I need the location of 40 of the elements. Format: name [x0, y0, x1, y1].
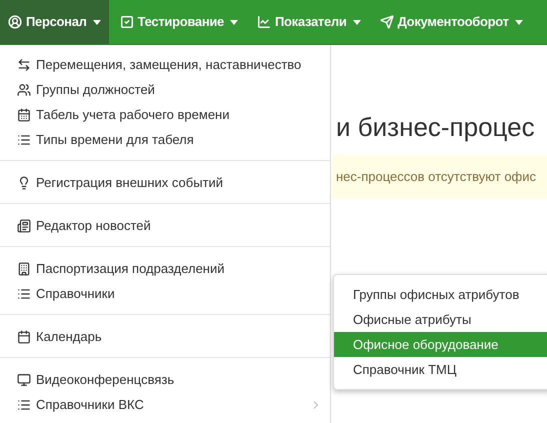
- menu-item[interactable]: Паспортизация подразделений: [0, 256, 330, 281]
- list-icon: [17, 286, 31, 300]
- building-icon: [17, 262, 31, 276]
- menu-item[interactable]: Регистрация внешних событий: [0, 170, 330, 195]
- menu-item[interactable]: Типы времени для табеля: [0, 127, 330, 152]
- monitor-icon: [17, 372, 31, 386]
- nav-menu-item[interactable]: Тестирование: [112, 0, 246, 44]
- lightbulb-icon: [17, 176, 31, 190]
- menu-item[interactable]: Календарь: [0, 324, 330, 349]
- calendar-icon: [17, 108, 31, 122]
- users-icon: [17, 82, 31, 96]
- checkbox-icon: [120, 15, 134, 29]
- page-heading: и бизнес-процес: [336, 111, 536, 143]
- menu-item[interactable]: Видеоконференцсвязь: [0, 367, 330, 392]
- list-icon: [17, 132, 31, 146]
- list-icon: [17, 398, 31, 412]
- submenu-item[interactable]: Группы офисных атрибутов: [334, 282, 547, 307]
- line-chart-icon: [257, 15, 271, 29]
- menu-item[interactable]: Справочники: [0, 281, 330, 306]
- menu-item[interactable]: Перемещения, замещения, наставничество: [0, 52, 330, 77]
- menu-item[interactable]: Справочники ВКС: [0, 392, 330, 417]
- submenu-item[interactable]: Офисные атрибуты: [334, 307, 547, 332]
- warning-alert: нес-процессов отсутствуют офис: [332, 155, 547, 198]
- nav-menu-item[interactable]: Документооборот: [372, 0, 531, 44]
- paper-plane-icon: [380, 15, 394, 29]
- caret-icon: [92, 20, 101, 24]
- caret-icon: [514, 20, 523, 24]
- caret-icon: [352, 20, 361, 24]
- nav-menu-item[interactable]: Персонал: [0, 0, 109, 44]
- caret-icon: [230, 20, 238, 24]
- menu-item[interactable]: Группы должностей: [0, 77, 330, 102]
- menu-item[interactable]: Редактор новостей: [0, 213, 330, 238]
- user-circle-icon: [8, 15, 22, 29]
- nav-menu-item[interactable]: Показатели: [249, 0, 369, 44]
- submenu-item[interactable]: Справочник ТМЦ: [334, 357, 547, 382]
- arrows-icon: [17, 58, 31, 72]
- calendar-icon: [17, 330, 31, 344]
- menu-item[interactable]: Табель учета рабочего времени: [0, 102, 330, 127]
- submenu-item[interactable]: Офисное оборудование: [334, 332, 547, 357]
- newspaper-icon: [17, 218, 31, 232]
